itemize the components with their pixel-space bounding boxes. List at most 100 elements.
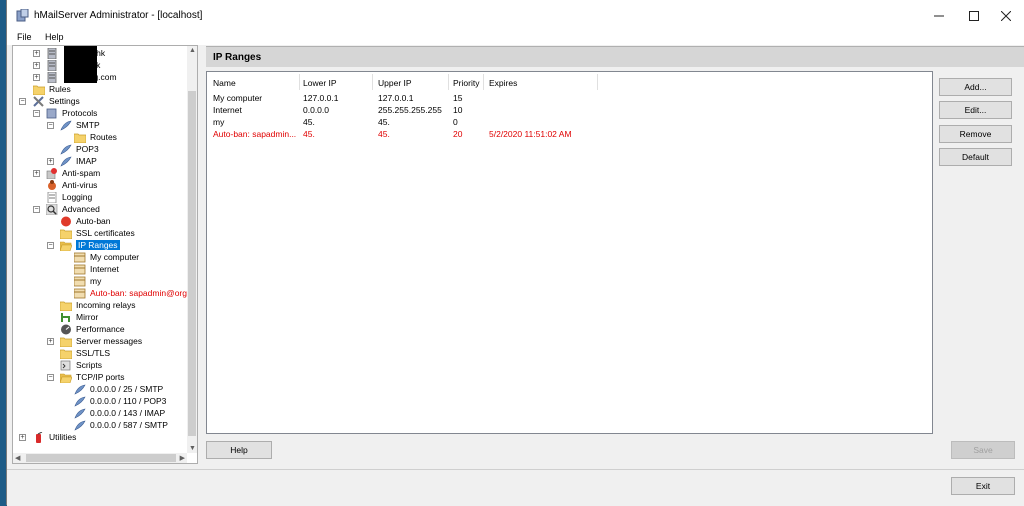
folder-open-icon (60, 373, 72, 383)
menu-help[interactable]: Help (45, 32, 64, 42)
scroll-up-icon[interactable]: ▲ (189, 47, 196, 54)
tree-item-antivirus[interactable]: Anti-virus (46, 179, 97, 191)
tree-item-ssl-certificates[interactable]: SSL certificates (60, 227, 135, 239)
exit-button[interactable]: Exit (951, 477, 1015, 495)
folder-icon (60, 337, 72, 347)
expand-toggle[interactable]: + (33, 50, 40, 57)
ip-range-icon (74, 288, 86, 298)
column-header-expires[interactable]: Expires (489, 78, 517, 88)
tree-item-protocols[interactable]: Protocols (46, 107, 97, 119)
edit-button[interactable]: Edit... (939, 101, 1012, 119)
collapse-toggle[interactable]: − (47, 242, 54, 249)
expand-toggle[interactable]: + (19, 434, 26, 441)
cell-lower-ip: 0.0.0.0 (303, 105, 329, 115)
tree-item-my-computer[interactable]: My computer (74, 251, 139, 263)
menu-file[interactable]: File (17, 32, 32, 42)
collapse-toggle[interactable]: − (19, 98, 26, 105)
cell-priority: 0 (453, 117, 458, 127)
cell-name: Internet (213, 105, 242, 115)
menu-bar: File Help (7, 31, 1024, 45)
tree-item-routes[interactable]: Routes (74, 131, 117, 143)
tree-item-scripts[interactable]: Scripts (60, 359, 102, 371)
tree-item-settings[interactable]: Settings (33, 95, 80, 107)
collapse-toggle[interactable]: − (33, 110, 40, 117)
minimize-button[interactable] (922, 0, 955, 31)
tree-item-ssl-tls[interactable]: SSL/TLS (60, 347, 110, 359)
feather-icon (74, 384, 86, 395)
cell-upper-ip: 45. (378, 129, 390, 139)
column-header-name[interactable]: Name (213, 78, 236, 88)
cell-upper-ip: 255.255.255.255 (378, 105, 442, 115)
tree-item-advanced[interactable]: Advanced (46, 203, 100, 215)
expand-toggle[interactable]: + (33, 170, 40, 177)
feather-icon (74, 420, 86, 431)
tree-item-my[interactable]: my (74, 275, 101, 287)
tree-item-smtp[interactable]: SMTP (60, 119, 100, 131)
save-button[interactable]: Save (951, 441, 1015, 459)
tools-icon (33, 95, 44, 107)
scroll-left-icon[interactable]: ◀ (15, 454, 20, 462)
tree-item-autoban[interactable]: Auto-ban (60, 215, 111, 227)
mirror-icon (61, 312, 70, 322)
tree-horizontal-scrollbar[interactable]: ◀ ▶ (13, 453, 187, 463)
tree-item-internet[interactable]: Internet (74, 263, 119, 275)
tree-item-server-messages[interactable]: Server messages (60, 335, 142, 347)
maximize-button[interactable] (957, 0, 990, 31)
tree-item-utilities[interactable]: Utilities (33, 431, 76, 443)
ip-range-icon (74, 264, 86, 274)
collapse-toggle[interactable]: − (33, 206, 40, 213)
cell-name: Auto-ban: sapadmin... (213, 129, 297, 139)
tree-item-imap[interactable]: IMAP (60, 155, 97, 167)
expand-toggle[interactable]: + (33, 74, 40, 81)
tree-item-rules[interactable]: Rules (33, 83, 71, 95)
tree-item-port-pop3-110[interactable]: 0.0.0.0 / 110 / POP3 (74, 395, 166, 407)
expand-toggle[interactable]: + (47, 158, 54, 165)
column-separator (597, 74, 598, 90)
server-icon (47, 47, 57, 59)
tree-vertical-scrollbar[interactable]: ▲ ▼ (187, 46, 197, 453)
ip-ranges-list[interactable]: Name Lower IP Upper IP Priority Expires … (206, 71, 933, 434)
app-icon (16, 9, 29, 22)
cell-name: My computer (213, 93, 263, 103)
help-button[interactable]: Help (206, 441, 272, 459)
column-header-priority[interactable]: Priority (453, 78, 479, 88)
folder-icon (33, 85, 45, 95)
tree-item-logging[interactable]: Logging (46, 191, 92, 203)
default-button[interactable]: Default (939, 148, 1012, 166)
cell-priority: 15 (453, 93, 463, 103)
tree-item-port-imap-143[interactable]: 0.0.0.0 / 143 / IMAP (74, 407, 165, 419)
tree-item-antispam[interactable]: Anti-spam (46, 167, 100, 179)
collapse-toggle[interactable]: − (47, 122, 54, 129)
expand-toggle[interactable]: + (47, 338, 54, 345)
scroll-right-icon[interactable]: ▶ (180, 454, 185, 462)
minimize-icon (933, 15, 944, 16)
cell-expires: 5/2/2020 11:51:02 AM (489, 129, 572, 139)
column-header-upper-ip[interactable]: Upper IP (378, 78, 412, 88)
server-icon (47, 71, 57, 83)
tree-hscroll-thumb[interactable] (26, 454, 176, 462)
feather-icon (74, 396, 86, 407)
tree-item-ip-ranges[interactable]: IP Ranges (60, 239, 120, 251)
expand-toggle[interactable]: + (33, 62, 40, 69)
remove-button[interactable]: Remove (939, 125, 1012, 143)
page-title: IP Ranges (213, 52, 262, 63)
document-icon (47, 191, 57, 203)
close-button[interactable] (989, 0, 1022, 31)
column-header-lower-ip[interactable]: Lower IP (303, 78, 337, 88)
scroll-down-icon[interactable]: ▼ (189, 445, 196, 452)
collapse-toggle[interactable]: − (47, 374, 54, 381)
tree-item-tcpip-ports[interactable]: TCP/IP ports (60, 371, 125, 383)
navigation-tree[interactable]: + g.hk + .hk + ong.com Rules − Settings … (12, 45, 198, 464)
cell-lower-ip: 127.0.0.1 (303, 93, 339, 103)
tree-item-mirror[interactable]: Mirror (60, 311, 98, 323)
tree-item-performance[interactable]: Performance (60, 323, 125, 335)
tree-scroll-thumb[interactable] (188, 91, 196, 436)
tree-item-incoming-relays[interactable]: Incoming relays (60, 299, 136, 311)
tree-item-port-smtp-25[interactable]: 0.0.0.0 / 25 / SMTP (74, 383, 163, 395)
tree-item-port-smtp-587[interactable]: 0.0.0.0 / 587 / SMTP (74, 419, 168, 431)
tree-item-autoban-entry[interactable]: Auto-ban: sapadmin@org.h (74, 287, 194, 299)
tree-item-pop3[interactable]: POP3 (60, 143, 99, 155)
column-separator (299, 74, 300, 90)
add-button[interactable]: Add... (939, 78, 1012, 96)
column-separator (372, 74, 373, 90)
